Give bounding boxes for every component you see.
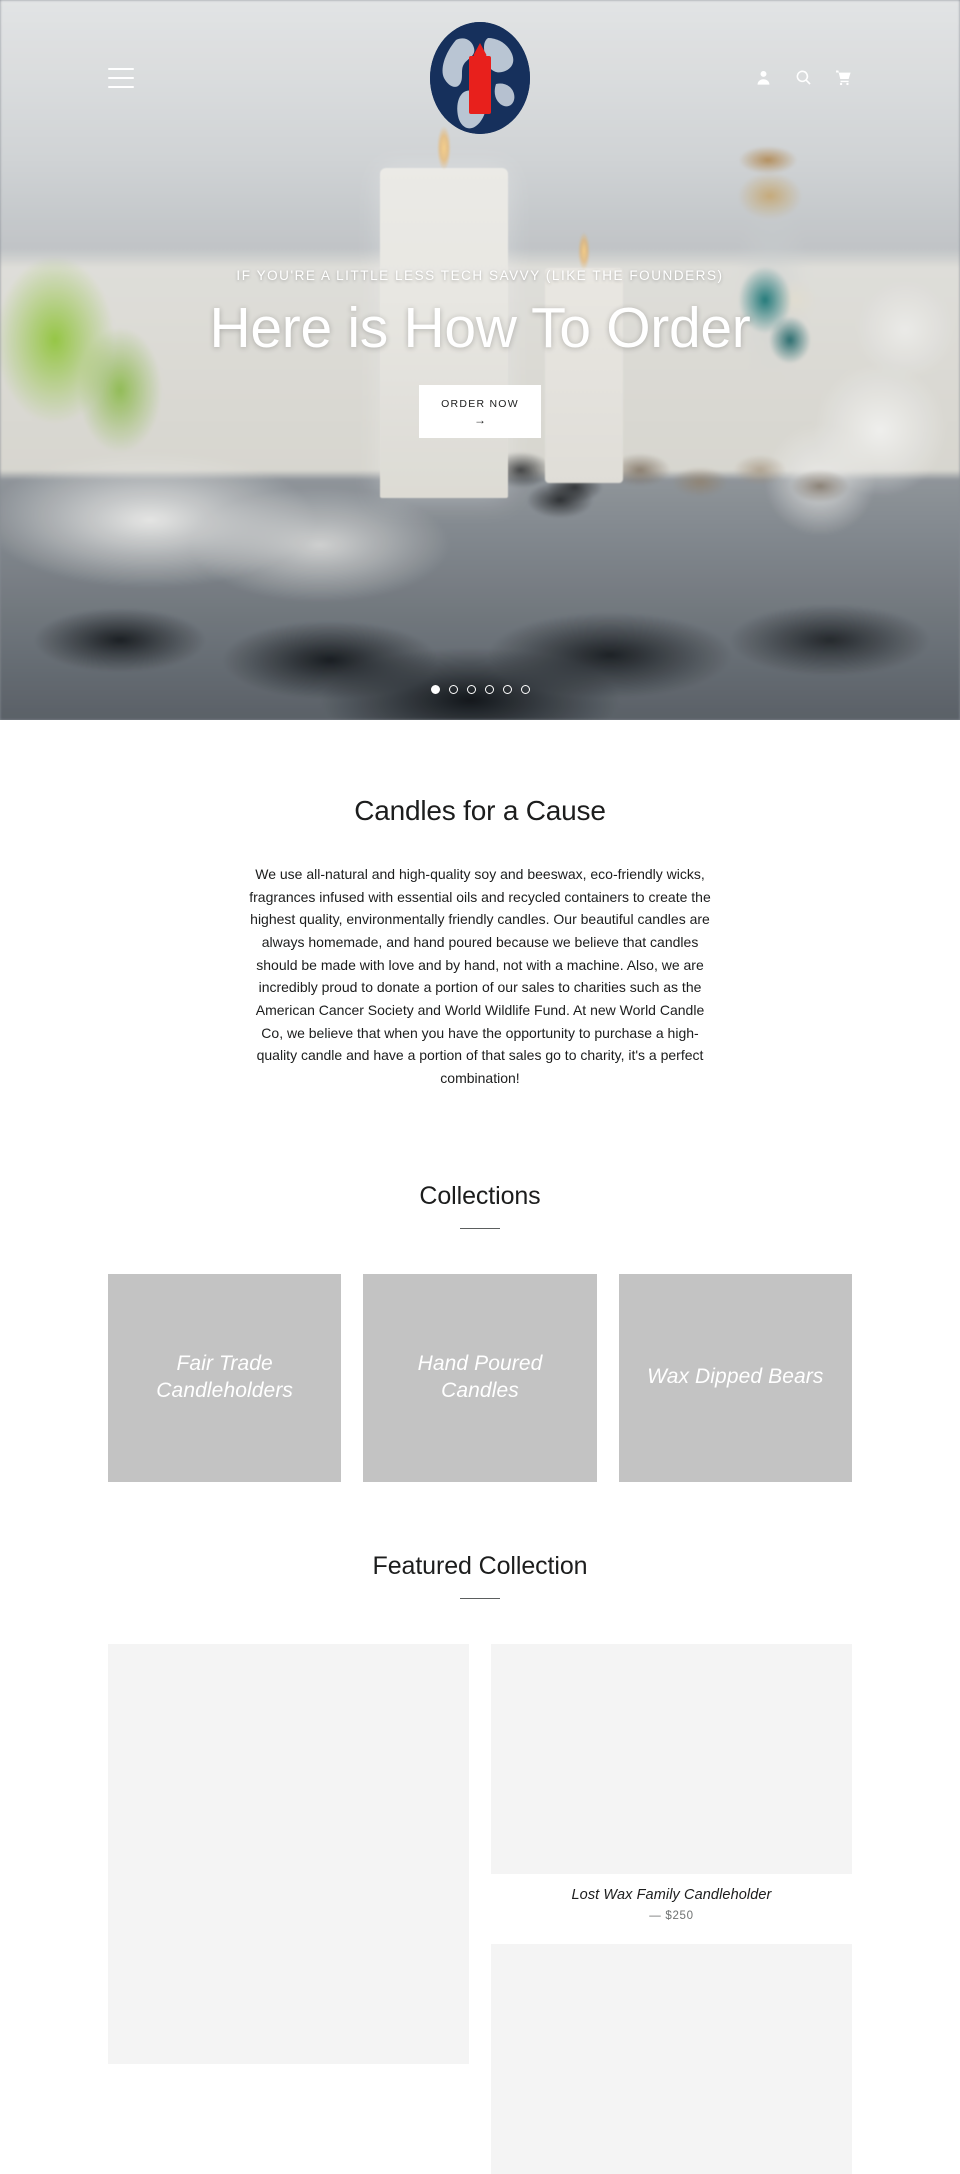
- collections-header: Collections: [0, 1182, 960, 1229]
- slide-dot-3[interactable]: [466, 685, 476, 694]
- site-logo[interactable]: [430, 22, 530, 134]
- product-title[interactable]: Lost Wax Family Candleholder: [493, 1887, 850, 1903]
- slideshow-pagination[interactable]: [0, 685, 960, 694]
- product-card[interactable]: Lost Wax Family Candleholder — $250: [491, 1643, 852, 2174]
- arrow-right-icon: →: [474, 412, 486, 427]
- logo-candle-icon: [469, 56, 491, 114]
- collections-section: Collections Fair Trade Candleholders Han…: [0, 1090, 960, 1482]
- slide-dot-6[interactable]: [520, 685, 530, 694]
- collection-card-title: Hand Poured Candles: [417, 1351, 543, 1402]
- homepage: IF YOU'RE A LITTLE LESS TECH SAVVY (LIKE…: [0, 0, 960, 2174]
- hero-title: Here is How To Order: [209, 296, 751, 360]
- slide-dot-5[interactable]: [502, 685, 512, 694]
- collection-card-fair-trade-candleholders[interactable]: Fair Trade Candleholders: [108, 1273, 342, 1482]
- about-section: Candles for a Cause We use all-natural a…: [0, 720, 960, 1090]
- hamburger-menu-icon[interactable]: [108, 67, 134, 88]
- search-icon[interactable]: [795, 68, 812, 87]
- featured-products-grid: Lost Wax Family Candleholder — $250: [0, 1599, 960, 2174]
- product-price: — $250: [649, 1909, 694, 1922]
- collection-card-wax-dipped-bears[interactable]: Wax Dipped Bears: [618, 1273, 852, 1482]
- collections-grid: Fair Trade Candleholders Hand Poured Can…: [0, 1229, 960, 1482]
- order-now-button-label: ORDER NOW: [441, 397, 519, 410]
- collection-card-title: Fair Trade Candleholders: [156, 1351, 294, 1402]
- header-actions: [755, 68, 852, 87]
- hero-slideshow[interactable]: IF YOU'RE A LITTLE LESS TECH SAVVY (LIKE…: [0, 0, 960, 720]
- slide-dot-1[interactable]: [430, 685, 440, 694]
- user-icon[interactable]: [755, 68, 772, 87]
- collections-heading: Collections: [419, 1181, 541, 1210]
- hero-content: IF YOU'RE A LITTLE LESS TECH SAVVY (LIKE…: [0, 268, 960, 438]
- product-card[interactable]: [108, 1643, 469, 2084]
- product-info: [108, 2064, 469, 2077]
- product-image-placeholder[interactable]: [491, 1943, 852, 2174]
- site-header: [0, 0, 960, 155]
- grid-spacer: [491, 1922, 852, 1944]
- about-heading: Candles for a Cause: [354, 795, 606, 826]
- slide-dot-2[interactable]: [448, 685, 458, 694]
- product-image-placeholder[interactable]: [491, 1643, 852, 1874]
- order-now-button[interactable]: ORDER NOW →: [419, 384, 541, 438]
- collection-card-hand-poured-candles[interactable]: Hand Poured Candles: [363, 1273, 597, 1482]
- slide-dot-4[interactable]: [484, 685, 494, 694]
- featured-collection-section: Featured Collection Lost Wax Family Cand…: [0, 1482, 960, 2174]
- product-info: Lost Wax Family Candleholder — $250: [491, 1874, 852, 1922]
- hero-subtitle: IF YOU'RE A LITTLE LESS TECH SAVVY (LIKE…: [236, 268, 724, 283]
- featured-collection-heading: Featured Collection: [372, 1551, 588, 1580]
- menu-bar-2: [108, 76, 134, 79]
- collection-card-title: Wax Dipped Bears: [647, 1365, 824, 1389]
- product-image-placeholder[interactable]: [108, 1643, 469, 2064]
- featured-collection-header: Featured Collection: [0, 1552, 960, 1599]
- globe-candle-logo-icon: [430, 22, 530, 134]
- shopping-cart-icon[interactable]: [835, 68, 852, 87]
- menu-bar-3: [108, 85, 134, 88]
- about-body: We use all-natural and high-quality soy …: [249, 866, 711, 1087]
- menu-bar-1: [108, 67, 134, 70]
